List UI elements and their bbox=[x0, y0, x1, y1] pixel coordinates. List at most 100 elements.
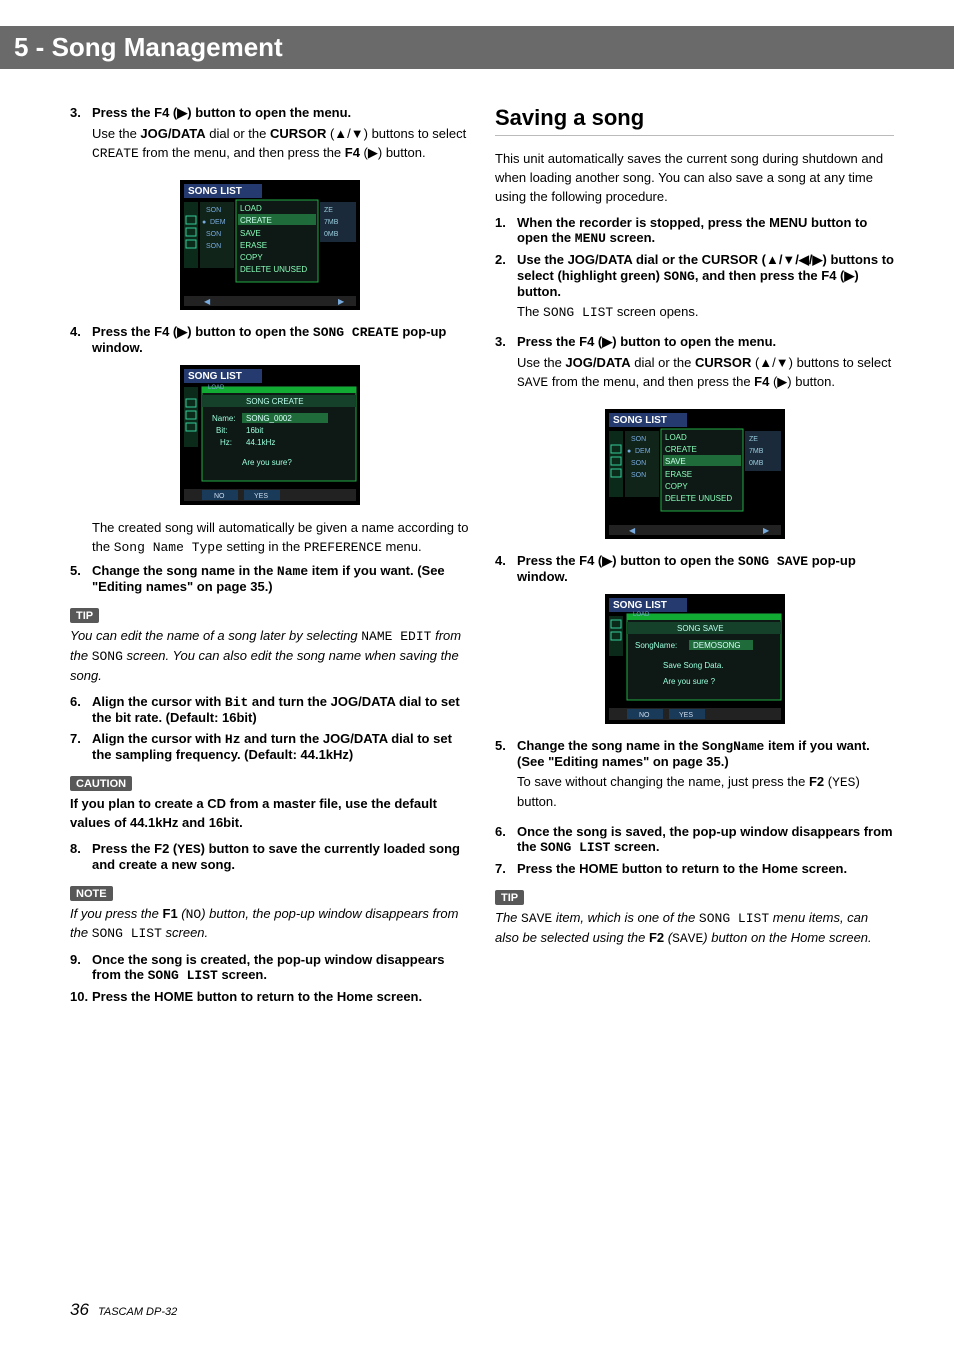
step-number: 4. bbox=[70, 324, 92, 355]
step-number: 5. bbox=[495, 738, 517, 818]
note-badge: NOTE bbox=[70, 886, 113, 901]
lcd-song-create: SONG LIST LOAD SONG CREATE Name: SONG_00… bbox=[180, 365, 360, 505]
svg-text:◀: ◀ bbox=[204, 297, 211, 306]
svg-text:DELETE UNUSED: DELETE UNUSED bbox=[240, 265, 307, 274]
step-heading: Press the F4 (▶) button to open the menu… bbox=[517, 334, 894, 350]
svg-text:NO: NO bbox=[214, 493, 225, 500]
step-heading: Change the song name in the Name item if… bbox=[92, 563, 469, 594]
lcd-songlist-create: SONG LIST SON ● DEM SON SON LOAD CREATE … bbox=[180, 180, 360, 310]
svg-text:Save Song Data.: Save Song Data. bbox=[663, 661, 723, 670]
step-number: 3. bbox=[70, 105, 92, 170]
svg-text:ERASE: ERASE bbox=[665, 470, 692, 479]
step-heading: Press the F4 (▶) button to open the SONG… bbox=[517, 553, 894, 584]
step-heading: Press the F2 (YES) button to save the cu… bbox=[92, 841, 469, 872]
left-column: 3. Press the F4 (▶) button to open the m… bbox=[70, 105, 469, 1010]
step-heading: Align the cursor with Hz and turn the JO… bbox=[92, 731, 469, 762]
svg-text:SAVE: SAVE bbox=[665, 457, 686, 466]
svg-text:●: ● bbox=[627, 448, 631, 455]
step-heading: Use the JOG/DATA dial or the CURSOR (▲/▼… bbox=[517, 252, 894, 299]
section-intro: This unit automatically saves the curren… bbox=[495, 150, 894, 207]
svg-text:DEM: DEM bbox=[210, 219, 226, 226]
svg-text:LOAD: LOAD bbox=[208, 385, 225, 391]
svg-text:▶: ▶ bbox=[763, 526, 770, 535]
step-text: Use the JOG/DATA dial or the CURSOR (▲/▼… bbox=[92, 125, 469, 164]
page-footer: 36 TASCAM DP-32 bbox=[70, 1300, 177, 1320]
step-text: The SONG LIST screen opens. bbox=[517, 303, 894, 323]
svg-text:0MB: 0MB bbox=[324, 231, 339, 238]
svg-text:SONG_0002: SONG_0002 bbox=[246, 414, 292, 423]
svg-text:DELETE UNUSED: DELETE UNUSED bbox=[665, 494, 732, 503]
svg-text:SONG LIST: SONG LIST bbox=[188, 371, 242, 382]
step-number: 7. bbox=[70, 731, 92, 762]
step-text: The created song will automatically be g… bbox=[92, 519, 469, 558]
svg-text:SON: SON bbox=[631, 436, 646, 443]
svg-text:16bit: 16bit bbox=[246, 426, 264, 435]
svg-text:Hz:: Hz: bbox=[220, 438, 232, 447]
svg-text:SONG LIST: SONG LIST bbox=[613, 600, 667, 611]
note-text: If you press the F1 (NO) button, the pop… bbox=[70, 905, 469, 945]
caution-text: If you plan to create a CD from a master… bbox=[70, 795, 469, 833]
svg-text:CREATE: CREATE bbox=[240, 216, 272, 225]
svg-text:ZE: ZE bbox=[749, 436, 758, 443]
svg-text:LOAD: LOAD bbox=[240, 204, 262, 213]
svg-text:COPY: COPY bbox=[240, 253, 263, 262]
step-number: 7. bbox=[495, 861, 517, 876]
svg-text:7MB: 7MB bbox=[749, 448, 764, 455]
tip-text: The SAVE item, which is one of the SONG … bbox=[495, 909, 894, 949]
tip-text: You can edit the name of a song later by… bbox=[70, 627, 469, 686]
step-number: 3. bbox=[495, 334, 517, 399]
svg-text:LOAD: LOAD bbox=[633, 612, 650, 618]
chapter-header: 5 - Song Management bbox=[0, 26, 954, 69]
right-column: Saving a song This unit automatically sa… bbox=[495, 105, 894, 1010]
step-number: 6. bbox=[70, 694, 92, 725]
svg-text:Bit:: Bit: bbox=[216, 426, 228, 435]
step-number: 5. bbox=[70, 563, 92, 594]
step-heading: When the recorder is stopped, press the … bbox=[517, 215, 894, 246]
step-heading: Press the F4 (▶) button to open the menu… bbox=[92, 105, 469, 121]
step-number: 1. bbox=[495, 215, 517, 246]
svg-text:SON: SON bbox=[631, 472, 646, 479]
svg-text:SON: SON bbox=[631, 460, 646, 467]
svg-text:CREATE: CREATE bbox=[665, 445, 697, 454]
svg-text:◀: ◀ bbox=[629, 526, 636, 535]
svg-text:ZE: ZE bbox=[324, 207, 333, 214]
step-text: To save without changing the name, just … bbox=[517, 773, 894, 812]
svg-text:SONG LIST: SONG LIST bbox=[613, 415, 667, 426]
step-heading: Press the F4 (▶) button to open the SONG… bbox=[92, 324, 469, 355]
svg-text:Are you sure ?: Are you sure ? bbox=[663, 677, 716, 686]
step-number: 8. bbox=[70, 841, 92, 872]
caution-badge: CAUTION bbox=[70, 776, 132, 791]
svg-text:COPY: COPY bbox=[665, 482, 688, 491]
svg-text:DEM: DEM bbox=[635, 448, 651, 455]
step-heading: Press the HOME button to return to the H… bbox=[92, 989, 469, 1004]
svg-text:SONG LIST: SONG LIST bbox=[188, 186, 242, 197]
step-number: 6. bbox=[495, 824, 517, 855]
svg-text:SAVE: SAVE bbox=[240, 229, 261, 238]
svg-text:44.1kHz: 44.1kHz bbox=[246, 438, 275, 447]
svg-text:SONG CREATE: SONG CREATE bbox=[246, 397, 304, 406]
svg-text:ERASE: ERASE bbox=[240, 241, 267, 250]
svg-text:Are you sure?: Are you sure? bbox=[242, 458, 292, 467]
lcd-songlist-save: SONG LIST SON ● DEM SON SON LOAD CREATE … bbox=[605, 409, 785, 539]
svg-text:SongName:: SongName: bbox=[635, 641, 677, 650]
step-number: 2. bbox=[495, 252, 517, 329]
step-number: 10. bbox=[70, 989, 92, 1004]
tip-badge: TIP bbox=[495, 890, 524, 905]
lcd-song-save: SONG LIST LOAD SONG SAVE SongName: DEMOS… bbox=[605, 594, 785, 724]
svg-text:YES: YES bbox=[254, 493, 268, 500]
svg-text:SON: SON bbox=[206, 231, 221, 238]
step-heading: Change the song name in the SongName ite… bbox=[517, 738, 894, 769]
svg-text:SONG SAVE: SONG SAVE bbox=[677, 624, 724, 633]
model-name: TASCAM DP-32 bbox=[98, 1306, 177, 1318]
chapter-title: 5 - Song Management bbox=[14, 32, 283, 63]
svg-text:0MB: 0MB bbox=[749, 460, 764, 467]
svg-text:DEMOSONG: DEMOSONG bbox=[693, 641, 741, 650]
step-heading: Once the song is saved, the pop-up windo… bbox=[517, 824, 894, 855]
step-heading: Align the cursor with Bit and turn the J… bbox=[92, 694, 469, 725]
tip-badge: TIP bbox=[70, 608, 99, 623]
svg-text:YES: YES bbox=[679, 712, 693, 719]
step-number: 9. bbox=[70, 952, 92, 983]
page-number: 36 bbox=[70, 1300, 89, 1319]
svg-text:Name:: Name: bbox=[212, 414, 236, 423]
svg-text:SON: SON bbox=[206, 243, 221, 250]
